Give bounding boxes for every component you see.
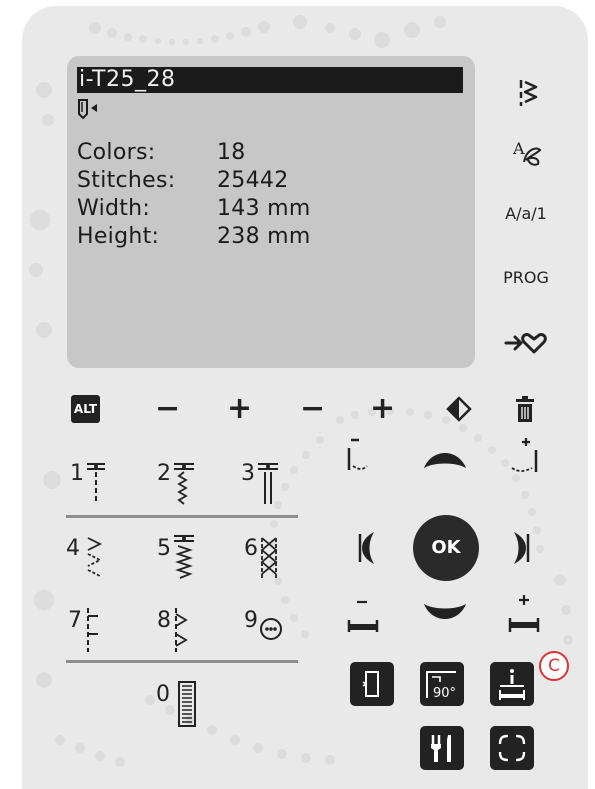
info-value: 143 mm <box>217 196 311 221</box>
rotate-icon: 90° <box>426 671 456 701</box>
elastic-blind-hem-icon <box>175 608 188 652</box>
info-value: 238 mm <box>217 224 311 249</box>
overlock-stitch-icon <box>260 537 278 578</box>
stitch-menu-button[interactable] <box>496 76 556 114</box>
prog-button[interactable]: PROG <box>496 268 556 287</box>
design-title: i-T25_28 <box>77 67 463 93</box>
info-value: 25442 <box>217 168 289 193</box>
hoop-icon <box>362 671 379 697</box>
presser-foot-up-icon[interactable] <box>506 594 542 638</box>
arrow-down-icon[interactable] <box>422 600 468 630</box>
stitch-number[interactable]: 5 <box>157 536 171 561</box>
stitch-number[interactable]: 4 <box>66 536 80 561</box>
hoop-button[interactable] <box>350 662 394 706</box>
stitch-number[interactable]: 8 <box>157 608 171 633</box>
button-sew-icon <box>260 618 282 640</box>
callout-c-badge: C <box>539 651 569 681</box>
stretch-stitch-icon <box>174 463 194 505</box>
blind-hem-stitch-icon <box>87 608 98 652</box>
info-button[interactable] <box>490 662 534 706</box>
length-increase-button[interactable]: + <box>370 394 395 424</box>
stitch-number[interactable]: 2 <box>157 461 171 486</box>
rotate-90-button[interactable]: 90° <box>420 662 464 706</box>
arrow-left-icon[interactable] <box>354 530 378 566</box>
font-menu-icon: A <box>512 139 542 166</box>
needle-right-icon[interactable] <box>506 436 542 476</box>
fullscreen-icon <box>498 734 526 762</box>
triple-stitch-icon <box>258 463 278 504</box>
arrow-up-icon[interactable] <box>422 442 468 472</box>
needle-left-icon[interactable] <box>345 436 381 476</box>
info-label: Width: <box>77 196 151 221</box>
info-icon <box>499 669 525 700</box>
stitch-menu-icon <box>519 80 538 106</box>
length-decrease-button[interactable]: − <box>300 394 325 424</box>
info-label: Height: <box>77 224 160 249</box>
info-label: Stitches: <box>77 168 176 193</box>
mirror-icon[interactable] <box>446 396 472 422</box>
info-label: Colors: <box>77 140 156 165</box>
straight-stitch-icon <box>87 463 105 504</box>
stitch-number[interactable]: 0 <box>156 682 170 707</box>
save-favorite-button[interactable] <box>496 330 556 360</box>
stitch-number[interactable]: 6 <box>244 536 258 561</box>
trash-icon[interactable] <box>514 395 536 423</box>
svg-text:A: A <box>512 139 525 158</box>
stitch-number[interactable]: 9 <box>244 608 258 633</box>
design-file-icon <box>78 99 97 120</box>
stitch-number[interactable]: 3 <box>241 461 255 486</box>
divider <box>66 660 298 663</box>
save-favorite-icon <box>504 333 547 354</box>
buttonhole-icon <box>178 681 196 727</box>
three-step-zigzag-icon <box>174 535 194 579</box>
divider <box>66 515 298 518</box>
ok-button[interactable]: OK <box>413 515 479 581</box>
info-value: 18 <box>217 140 246 165</box>
tools-button[interactable] <box>420 726 464 770</box>
arrow-right-icon[interactable] <box>510 530 534 566</box>
tools-icon <box>431 735 451 762</box>
presser-foot-down-icon[interactable] <box>345 598 381 638</box>
rotate-label: 90° <box>433 686 456 701</box>
width-increase-button[interactable]: + <box>227 394 252 424</box>
alt-button[interactable]: ALT <box>71 395 100 423</box>
fullscreen-button[interactable] <box>490 726 534 770</box>
case-toggle-button[interactable]: A/a/1 <box>496 204 556 223</box>
zigzag-stitch-icon <box>87 537 103 577</box>
font-menu-button[interactable]: A <box>496 136 556 174</box>
width-decrease-button[interactable]: − <box>155 394 180 424</box>
